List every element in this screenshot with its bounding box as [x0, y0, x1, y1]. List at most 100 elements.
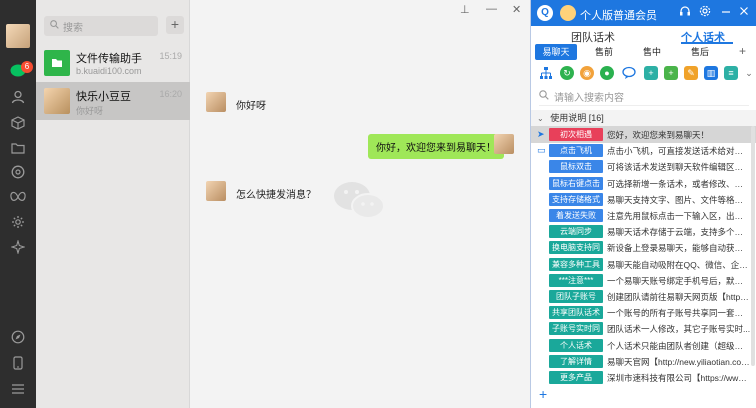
script-tag: 初次相遇: [549, 128, 603, 141]
member-avatar: [560, 5, 576, 21]
chat-area: ⊥ — ✕ 你好呀 你好，欢迎您来到易聊天！ 怎么快捷发消息？: [190, 0, 530, 408]
chat-search-input[interactable]: 搜索: [44, 16, 158, 36]
minimize-icon[interactable]: [721, 5, 731, 20]
group-title: 使用说明 [16]: [550, 113, 604, 123]
message-bubble-sent: 你好，欢迎您来到易聊天！: [368, 134, 509, 159]
script-text: 新设备上登录易聊天，能够自动获取已...: [607, 243, 751, 254]
wechat-icon[interactable]: ●: [600, 66, 614, 80]
script-tag: 鼠标右键点击: [549, 176, 603, 190]
add-chat-button[interactable]: +: [166, 16, 184, 34]
wechat-watermark-icon: [330, 176, 390, 226]
script-group-header[interactable]: ⌄ 使用说明 [16]: [531, 110, 756, 126]
member-level: 个人版普通会员: [580, 10, 657, 22]
script-row[interactable]: ➤ 初次相遇 您好，欢迎您来到易聊天！: [531, 126, 756, 143]
butterfly-icon[interactable]: [9, 188, 27, 206]
delete-icon[interactable]: ▥: [704, 66, 718, 80]
script-row[interactable]: 云端同步易聊天话术存储于云端，支持多个子账号...: [531, 223, 756, 240]
phone-icon[interactable]: [9, 354, 27, 372]
script-tag: 云端同步: [549, 225, 603, 239]
chat-list-item[interactable]: 文件传输助手 b.kuaidi100.com 15:19: [36, 44, 190, 82]
search-placeholder: 搜索: [63, 22, 83, 34]
tab-team-scripts[interactable]: 团队话术: [571, 29, 615, 45]
script-text: 注意先用鼠标点击一下输入区，出现光标...: [607, 211, 751, 221]
script-tag: 了解详情: [549, 354, 603, 368]
message-text: 你好呀: [236, 101, 266, 112]
tree-icon[interactable]: [539, 66, 553, 80]
contact-avatar: [206, 92, 226, 112]
close-button[interactable]: ✕: [512, 3, 521, 16]
app-logo-icon: Q: [537, 5, 553, 21]
search-icon: [539, 90, 549, 103]
script-tag: 着发送失败: [549, 209, 603, 222]
settings-icon[interactable]: [699, 5, 711, 20]
edit-icon[interactable]: ✎: [684, 66, 698, 80]
icon-sidebar: 6: [0, 0, 36, 408]
unread-badge: 6: [21, 61, 33, 73]
chat-bubble-icon[interactable]: [622, 66, 636, 80]
script-row[interactable]: 共享团队话术一个账号的所有子账号共享同一套团队话...: [531, 304, 756, 321]
script-row[interactable]: 更多产品 深圳市速科技有限公司【https://www.foo...: [531, 369, 756, 386]
script-text: 一个易聊天账号绑定手机号后，默认有三...: [607, 275, 751, 286]
script-row[interactable]: 个人话术个人话术只能由团队者创建（超级管理员...: [531, 337, 756, 354]
box-icon[interactable]: [9, 114, 27, 132]
minimize-button[interactable]: —: [486, 3, 497, 15]
script-row[interactable]: 子账号实时同步团队话术一人修改，其它子账号实时...: [531, 320, 756, 346]
script-row[interactable]: ▭ 点击飞机 点击小飞机，可直接发送话术给对方 <...: [531, 142, 756, 159]
add-folder-icon[interactable]: +: [644, 66, 658, 80]
add-item-icon[interactable]: +: [664, 66, 678, 80]
script-row[interactable]: 了解详情 易聊天官网【http://new.yiliaotian.com/...: [531, 353, 756, 370]
pin-icon[interactable]: ⊥: [460, 3, 470, 16]
chevron-down-icon[interactable]: ⌄: [742, 66, 756, 80]
settings-gear-icon[interactable]: [9, 213, 27, 231]
qq-icon[interactable]: ◉: [580, 66, 594, 80]
folder-icon[interactable]: [9, 139, 27, 157]
script-tag: ***注意***: [549, 273, 603, 287]
contact-avatar: [206, 181, 226, 201]
message-icon[interactable]: ▭: [537, 145, 546, 156]
script-search-input[interactable]: 请输入搜索内容: [539, 88, 749, 106]
chat-preview: 你好呀: [76, 106, 104, 116]
script-text: 一个账号的所有子账号共享同一套团队话...: [607, 308, 751, 319]
script-tag: 个人话术: [549, 338, 603, 352]
chat-preview: b.kuaidi100.com: [76, 66, 142, 76]
script-row[interactable]: 团队子账号 创建团队请前往易聊天网页版【http://ww...: [531, 288, 756, 305]
script-row[interactable]: 着发送失败注意先用鼠标点击一下输入区，出现光标...: [531, 207, 756, 224]
chat-list-item[interactable]: 快乐小豆豆 你好呀 16:20: [36, 82, 190, 120]
mini-program-icon[interactable]: [9, 238, 27, 256]
script-text: 创建团队请前往易聊天网页版【http://ww...: [607, 292, 751, 302]
script-text: 可选择新增一条话术，或者修改、删除...: [607, 178, 751, 189]
headset-icon[interactable]: [679, 5, 691, 20]
chat-name: 快乐小豆豆: [76, 91, 131, 103]
category-tab[interactable]: 易聊天教...: [535, 44, 577, 73]
script-tag: 团队子账号: [549, 290, 603, 303]
panel-toolbar: ↻ ◉ ● + + ✎ ▥ ≡ ⌄: [531, 62, 756, 86]
moments-icon[interactable]: [9, 163, 27, 181]
add-category-button[interactable]: +: [739, 44, 746, 58]
user-avatar[interactable]: [6, 24, 30, 48]
script-row[interactable]: 鼠标右键点击 可选择新增一条话术，或者修改、删除...: [531, 175, 756, 192]
category-tab[interactable]: 售中: [631, 44, 673, 60]
category-tabs: 易聊天教... 售前 售中 售后 +: [533, 44, 755, 73]
script-row[interactable]: 兼容多种工具 易聊天能自动吸附在QQ、微信、企业微...: [531, 256, 756, 273]
category-tab[interactable]: 售后: [679, 44, 721, 60]
script-tag: 子账号实时同步: [549, 322, 603, 346]
more-icon[interactable]: ≡: [724, 66, 738, 80]
scrollbar[interactable]: [751, 126, 755, 366]
refresh-icon[interactable]: ↻: [560, 66, 574, 80]
panel-titlebar: Q 个人版普通会员: [531, 0, 756, 26]
add-script-button[interactable]: +: [539, 386, 547, 402]
script-row[interactable]: ***注意*** 一个易聊天账号绑定手机号后，默认有三...: [531, 272, 756, 289]
script-row[interactable]: 鼠标双击可将该话术发送到聊天软件编辑区【例】...: [531, 158, 756, 175]
script-tag: 兼容多种工具: [549, 257, 603, 271]
close-icon[interactable]: [739, 5, 749, 20]
chevron-down-icon: ⌄: [537, 114, 544, 123]
script-row[interactable]: 支持存储格式易聊天支持文字、图片、文件等格式。您...: [531, 191, 756, 208]
menu-icon[interactable]: [9, 380, 27, 398]
send-plane-icon[interactable]: ➤: [537, 129, 545, 140]
script-tag: 鼠标双击: [549, 160, 603, 174]
script-row[interactable]: 换电脑支持同步新设备上登录易聊天，能够自动获取已...: [531, 239, 756, 265]
script-text: 深圳市速科技有限公司【https://www.foo...: [607, 373, 751, 383]
category-tab[interactable]: 售前: [583, 44, 625, 60]
contacts-icon[interactable]: [9, 88, 27, 106]
compass-icon[interactable]: [9, 328, 27, 346]
